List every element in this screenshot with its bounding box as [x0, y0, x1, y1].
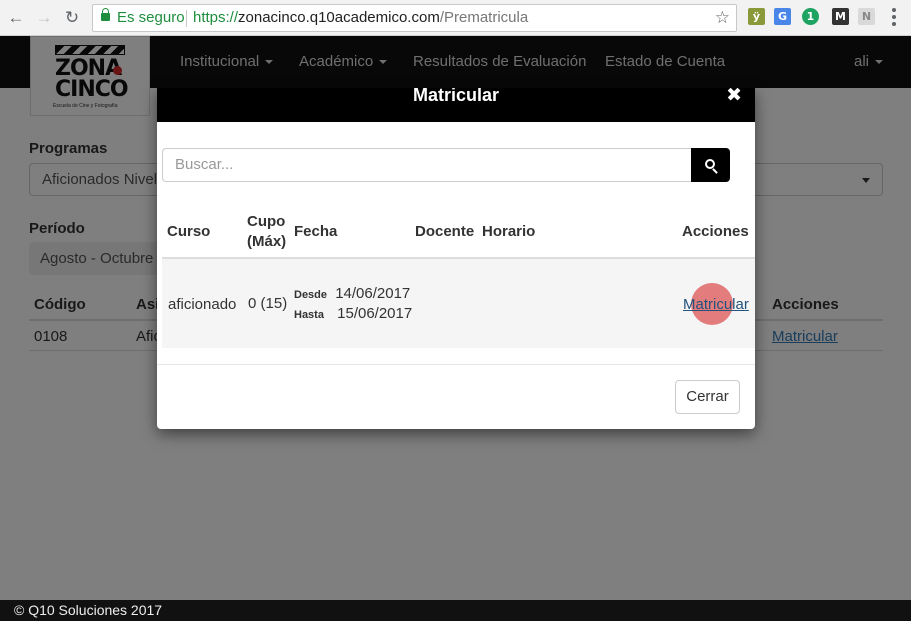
cerrar-button[interactable]: Cerrar [675, 380, 740, 414]
browser-menu-icon[interactable] [892, 8, 896, 26]
td-curso: aficionado [168, 296, 237, 313]
close-icon[interactable]: ✖ [726, 88, 742, 106]
modal-footer-divider [157, 364, 755, 365]
hasta-value: 15/06/2017 [337, 305, 413, 322]
search-icon-handle [712, 168, 718, 174]
col-cupo-line2: (Máx) [247, 233, 287, 250]
td-cupo: 0 (15) [248, 295, 288, 312]
modal-title: Matricular [412, 88, 500, 105]
td-fecha-hasta: Hasta 15/06/2017 [294, 305, 412, 324]
col-docente: Docente [415, 223, 475, 240]
browser-toolbar: ← → ↻ Es seguro https://zonacinco.q10aca… [0, 0, 911, 36]
modal-header: Matricular ✖ [157, 88, 755, 122]
hasta-label: Hasta [294, 309, 324, 321]
col-cupo-line1: Cupo [247, 213, 286, 230]
extension-icon-1[interactable]: ÿ [748, 8, 765, 25]
m-extension-icon[interactable]: M [832, 8, 849, 25]
url-host: zonacinco.q10academico.com [238, 9, 440, 26]
page-footer: © Q10 Soluciones 2017 [0, 600, 911, 621]
search-button[interactable] [691, 148, 730, 182]
matricular-link[interactable]: Matricular [683, 296, 749, 313]
desde-value: 14/06/2017 [335, 285, 411, 302]
address-separator [186, 10, 187, 27]
col-acciones: Acciones [682, 223, 749, 240]
col-horario: Horario [482, 223, 536, 240]
search-input[interactable]: Buscar... [162, 148, 693, 182]
col-fecha: Fecha [294, 223, 338, 240]
forward-arrow-icon[interactable]: → [32, 6, 56, 30]
secure-label: Es seguro [117, 9, 185, 26]
hangouts-extension-icon[interactable]: 1 [802, 8, 819, 25]
url-text[interactable]: https://zonacinco.q10academico.com/Prema… [193, 5, 528, 31]
lock-icon [101, 8, 110, 21]
col-cupo: Cupo (Máx) [247, 212, 286, 252]
translate-extension-icon[interactable]: G [774, 8, 791, 25]
bookmark-star-icon[interactable]: ☆ [715, 5, 730, 31]
url-scheme: https:// [193, 9, 239, 26]
back-arrow-icon[interactable]: ← [4, 6, 28, 30]
td-fecha-desde: Desde 14/06/2017 [294, 285, 410, 304]
col-curso: Curso [167, 223, 211, 240]
reload-icon[interactable]: ↻ [60, 6, 84, 30]
url-path: /Prematricula [439, 9, 529, 26]
address-bar[interactable]: Es seguro https://zonacinco.q10academico… [92, 4, 737, 32]
desde-label: Desde [294, 289, 328, 301]
n-extension-icon[interactable]: N [858, 8, 875, 25]
matricular-modal: Matricular ✖ Buscar... Curso Cupo (Máx) … [157, 88, 755, 429]
